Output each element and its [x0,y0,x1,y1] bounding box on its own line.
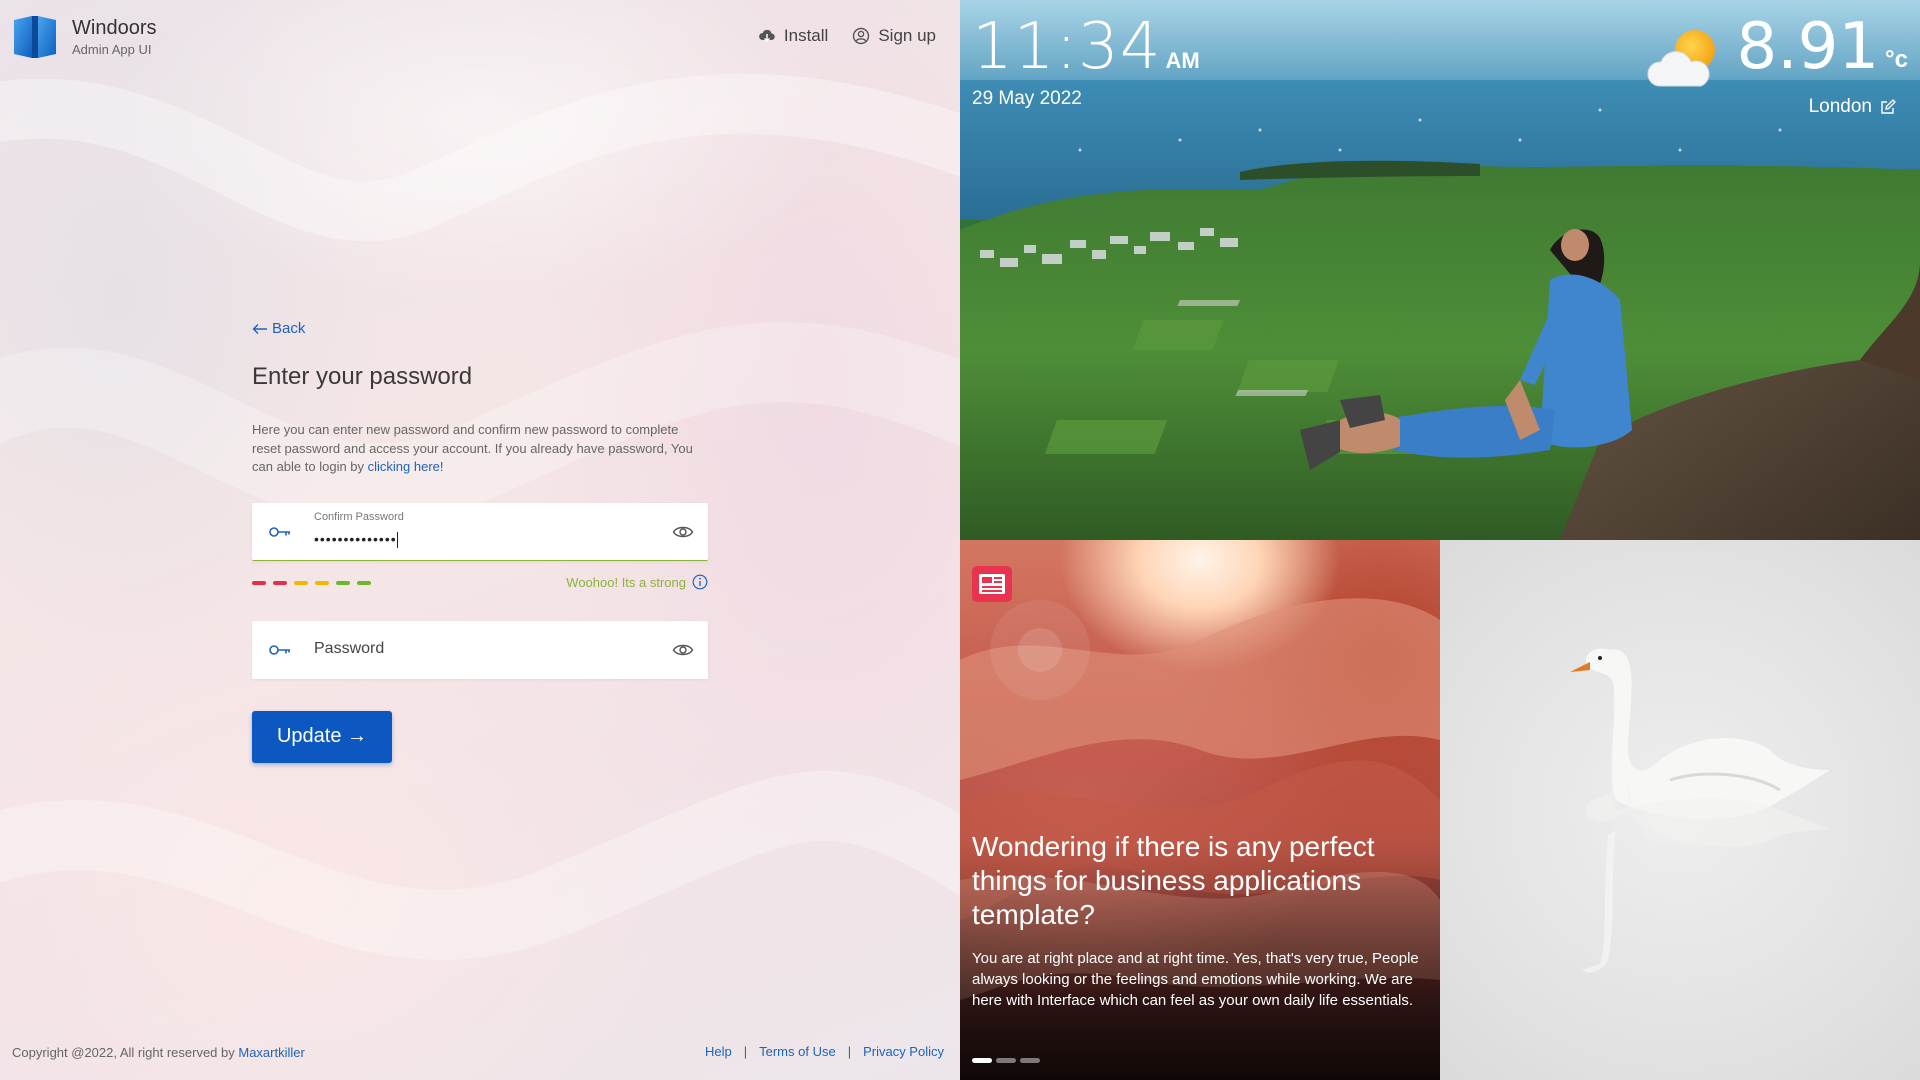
back-label: Back [272,320,306,337]
key-icon [269,644,290,655]
strength-bar [294,580,308,585]
edit-icon [1881,99,1896,114]
swan [1570,648,1830,819]
login-link[interactable]: clicking here! [368,459,444,474]
swan-illustration [1570,648,1830,973]
help-link[interactable]: Help [705,1044,732,1059]
hero-image: 11:34 AM 29 May 2022 8.91 °c London [960,0,1920,540]
carousel-dot[interactable] [1020,1058,1040,1063]
clock-time: 11:34 [972,10,1162,84]
city-selector[interactable]: London [1809,96,1896,118]
eye-icon[interactable] [672,640,694,660]
arrow-left-icon [252,323,267,334]
signup-label: Sign up [878,26,936,45]
form-description: Here you can enter new password and conf… [252,421,708,477]
footer-separator: | [847,1044,852,1059]
description-text: Here you can enter new password and conf… [252,422,693,474]
eye-icon[interactable] [672,522,694,542]
key-icon [269,526,290,537]
author-link[interactable]: Maxartkiller [238,1045,304,1060]
newspaper-icon [972,566,1012,602]
privacy-link[interactable]: Privacy Policy [863,1044,944,1059]
clock-ampm: AM [1165,48,1200,73]
clock: 11:34 AM [972,10,1200,84]
strength-text: Woohoo! Its a strong [566,574,686,590]
temperature: 8.91 [1736,10,1880,84]
temperature-unit: °c [1885,46,1908,73]
terms-link[interactable]: Terms of Use [759,1044,836,1059]
signup-button[interactable]: Sign up [852,26,936,46]
user-circle-icon [853,27,870,45]
strength-bar [252,580,266,585]
news-title: Wondering if there is any perfect things… [972,831,1375,930]
top-nav: Install Sign up [758,26,936,46]
confirm-password-value: •••••••••••••• [314,530,397,547]
password-input[interactable] [314,639,634,658]
footer-separator: | [743,1044,748,1059]
carousel-indicators [972,1058,1040,1063]
cloud-download-icon [759,29,775,43]
install-label: Install [783,26,829,45]
confirm-password-label: Confirm Password [314,510,404,523]
info-icon[interactable] [692,574,708,590]
footer-links: Help | Terms of Use | Privacy Policy [705,1044,944,1059]
clock-date: 29 May 2022 [972,88,1082,109]
login-panel: Windoors Admin App UI Install Sign up Ba… [0,0,960,1080]
news-body: You are at right place and at right time… [972,950,1419,1009]
brand-subtitle: Admin App UI [72,42,152,57]
password-field[interactable] [252,620,708,679]
strength-bar [273,580,287,585]
weather-widget: 8.91 °c [1645,10,1908,94]
carousel-dot[interactable] [972,1058,992,1063]
page-title: Enter your password [252,363,473,390]
swan-image [1440,540,1920,1080]
confirm-password-input[interactable]: •••••••••••••• [314,531,614,548]
showcase-panel: 11:34 AM 29 May 2022 8.91 °c London Wond… [960,0,1920,1080]
copyright: Copyright @2022, All right reserved by M… [12,1045,305,1060]
strength-bar [336,580,350,585]
install-button[interactable]: Install [758,26,828,46]
city-name: London [1808,96,1872,117]
partly-cloudy-icon [1647,30,1715,87]
windoors-logo-icon [12,12,60,62]
confirm-password-field[interactable]: Confirm Password •••••••••••••• [252,502,708,561]
strength-bar [315,580,329,585]
strength-bar [357,580,371,585]
carousel-dot[interactable] [996,1058,1016,1063]
reset-password-form: Back Enter your password Here you can en… [252,320,708,763]
password-strength: Woohoo! Its a strong [252,573,708,595]
brand-name: Windoors [72,17,157,39]
brand[interactable]: Windoors Admin App UI [12,12,156,62]
back-link[interactable]: Back [252,320,708,337]
text-cursor [396,531,398,548]
news-card[interactable]: Wondering if there is any perfect things… [960,540,1440,1080]
copyright-text: Copyright @2022, All right reserved by [12,1045,239,1060]
update-button[interactable]: Update → [252,710,392,763]
strength-bars [252,580,371,585]
